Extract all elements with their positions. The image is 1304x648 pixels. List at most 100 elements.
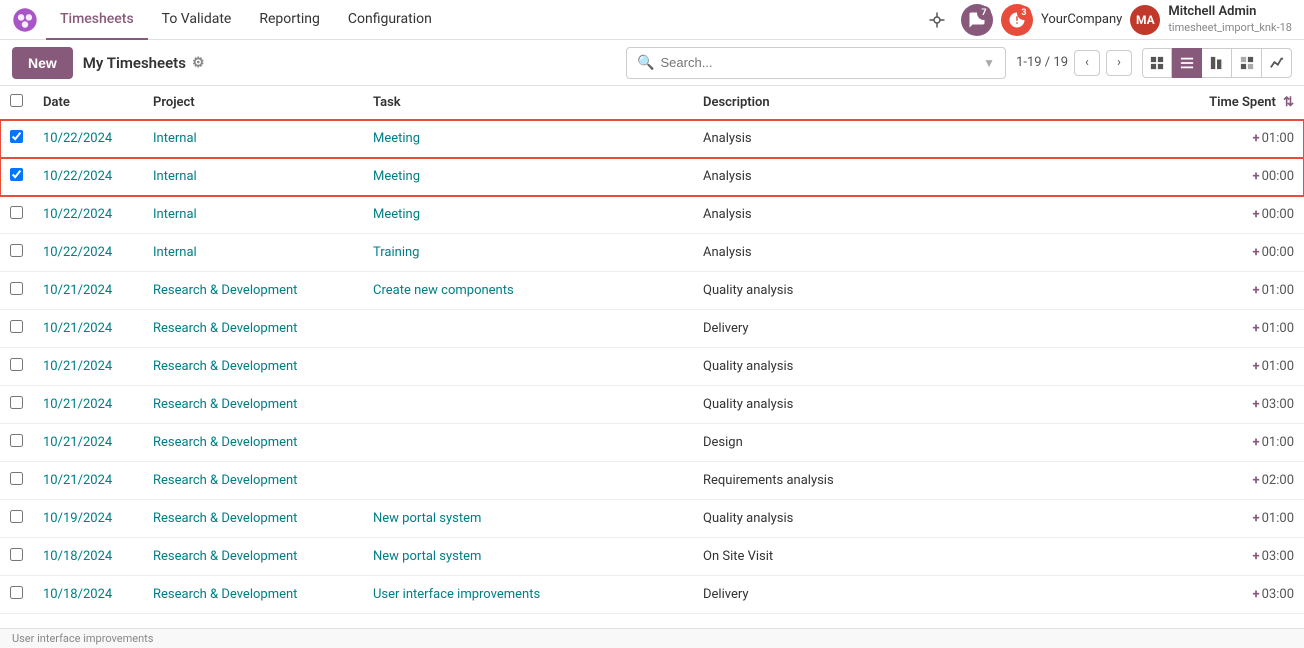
bug-icon-btn[interactable] [921, 4, 953, 36]
table-row[interactable]: 10/22/2024 Internal Training Analysis +0… [0, 234, 1304, 272]
row-checkbox[interactable] [10, 510, 23, 523]
row-task[interactable]: Training [363, 234, 693, 272]
settings-gear-icon[interactable]: ⚙ [192, 55, 205, 71]
table-row[interactable]: 10/21/2024 Research & Development Qualit… [0, 386, 1304, 424]
row-project[interactable]: Research & Development [143, 462, 363, 500]
row-project[interactable]: Internal [143, 196, 363, 234]
activity-icon-btn[interactable]: 3 [1001, 4, 1033, 36]
header-project[interactable]: Project [143, 86, 363, 120]
nav-configuration[interactable]: Configuration [334, 0, 446, 40]
company-name[interactable]: YourCompany [1041, 12, 1122, 27]
time-add-icon[interactable]: + [1253, 435, 1260, 450]
time-add-icon[interactable]: + [1253, 511, 1260, 526]
row-project[interactable]: Internal [143, 234, 363, 272]
row-task[interactable]: Create new components [363, 272, 693, 310]
user-avatar[interactable]: MA [1130, 5, 1160, 35]
row-task[interactable] [363, 462, 693, 500]
new-button[interactable]: New [12, 47, 73, 79]
row-checkbox[interactable] [10, 282, 23, 295]
time-add-icon[interactable]: + [1253, 245, 1260, 260]
table-row[interactable]: 10/21/2024 Research & Development Qualit… [0, 348, 1304, 386]
view-activity-btn[interactable] [1202, 48, 1232, 78]
table-row[interactable]: 10/18/2024 Research & Development New po… [0, 538, 1304, 576]
row-checkbox[interactable] [10, 472, 23, 485]
time-add-icon[interactable]: + [1253, 131, 1260, 146]
row-project[interactable]: Research & Development [143, 576, 363, 614]
time-add-icon[interactable]: + [1253, 321, 1260, 336]
row-project[interactable]: Internal [143, 120, 363, 158]
view-list-btn[interactable] [1172, 48, 1202, 78]
row-description: Quality analysis [693, 500, 1194, 538]
app-logo[interactable] [12, 7, 38, 33]
table-row[interactable]: 10/21/2024 Research & Development Requir… [0, 462, 1304, 500]
row-task[interactable]: New portal system [363, 500, 693, 538]
row-project[interactable]: Internal [143, 158, 363, 196]
bottom-hint: User interface improvements [12, 632, 153, 645]
table-row[interactable]: 10/19/2024 Research & Development New po… [0, 500, 1304, 538]
row-checkbox[interactable] [10, 206, 23, 219]
time-add-icon[interactable]: + [1253, 169, 1260, 184]
time-add-icon[interactable]: + [1253, 587, 1260, 602]
row-checkbox[interactable] [10, 244, 23, 257]
select-all-header[interactable] [0, 86, 33, 120]
time-add-icon[interactable]: + [1253, 207, 1260, 222]
table-row[interactable]: 10/22/2024 Internal Meeting Analysis +00… [0, 196, 1304, 234]
row-checkbox-cell [0, 500, 33, 538]
table-row[interactable]: 10/21/2024 Research & Development Create… [0, 272, 1304, 310]
table-row[interactable]: 10/21/2024 Research & Development Delive… [0, 310, 1304, 348]
table-row[interactable]: 10/18/2024 Research & Development User i… [0, 576, 1304, 614]
row-checkbox[interactable] [10, 434, 23, 447]
row-task[interactable] [363, 424, 693, 462]
row-project[interactable]: Research & Development [143, 348, 363, 386]
header-description[interactable]: Description [693, 86, 1194, 120]
row-project[interactable]: Research & Development [143, 424, 363, 462]
prev-page-btn[interactable]: ‹ [1074, 50, 1100, 76]
row-checkbox[interactable] [10, 586, 23, 599]
view-graph-btn[interactable] [1262, 48, 1292, 78]
time-add-icon[interactable]: + [1253, 397, 1260, 412]
search-dropdown-arrow[interactable]: ▼ [983, 56, 995, 70]
time-add-icon[interactable]: + [1253, 283, 1260, 298]
row-time: +01:00 [1194, 348, 1304, 386]
row-time: +01:00 [1194, 310, 1304, 348]
row-task[interactable]: Meeting [363, 196, 693, 234]
row-checkbox[interactable] [10, 548, 23, 561]
row-description: Delivery [693, 310, 1194, 348]
view-pivot-btn[interactable] [1232, 48, 1262, 78]
search-input[interactable] [661, 55, 978, 70]
table-row[interactable]: 10/22/2024 Internal Meeting Analysis +01… [0, 120, 1304, 158]
time-add-icon[interactable]: + [1253, 549, 1260, 564]
time-add-icon[interactable]: + [1253, 359, 1260, 374]
row-checkbox[interactable] [10, 358, 23, 371]
nav-reporting[interactable]: Reporting [245, 0, 334, 40]
view-kanban-btn[interactable] [1142, 48, 1172, 78]
header-task[interactable]: Task [363, 86, 693, 120]
chat-icon-btn[interactable]: 7 [961, 4, 993, 36]
time-add-icon[interactable]: + [1253, 473, 1260, 488]
table-row[interactable]: 10/21/2024 Research & Development Design… [0, 424, 1304, 462]
row-project[interactable]: Research & Development [143, 272, 363, 310]
row-project[interactable]: Research & Development [143, 310, 363, 348]
row-project[interactable]: Research & Development [143, 386, 363, 424]
row-task[interactable]: Meeting [363, 158, 693, 196]
row-project[interactable]: Research & Development [143, 500, 363, 538]
row-project[interactable]: Research & Development [143, 538, 363, 576]
row-task[interactable] [363, 348, 693, 386]
user-info[interactable]: Mitchell Admin timesheet_import_knk-18 [1168, 4, 1292, 35]
row-checkbox[interactable] [10, 320, 23, 333]
next-page-btn[interactable]: › [1106, 50, 1132, 76]
table-row[interactable]: 10/22/2024 Internal Meeting Analysis +00… [0, 158, 1304, 196]
row-task[interactable]: User interface improvements [363, 576, 693, 614]
row-checkbox[interactable] [10, 168, 23, 181]
row-task[interactable] [363, 310, 693, 348]
nav-timesheets[interactable]: Timesheets [46, 0, 148, 40]
header-date[interactable]: Date [33, 86, 143, 120]
row-task[interactable]: New portal system [363, 538, 693, 576]
nav-to-validate[interactable]: To Validate [148, 0, 246, 40]
header-time-spent[interactable]: Time Spent ⇅ [1194, 86, 1304, 120]
row-task[interactable]: Meeting [363, 120, 693, 158]
row-task[interactable] [363, 386, 693, 424]
select-all-checkbox[interactable] [10, 94, 23, 107]
row-checkbox[interactable] [10, 130, 23, 143]
row-checkbox[interactable] [10, 396, 23, 409]
